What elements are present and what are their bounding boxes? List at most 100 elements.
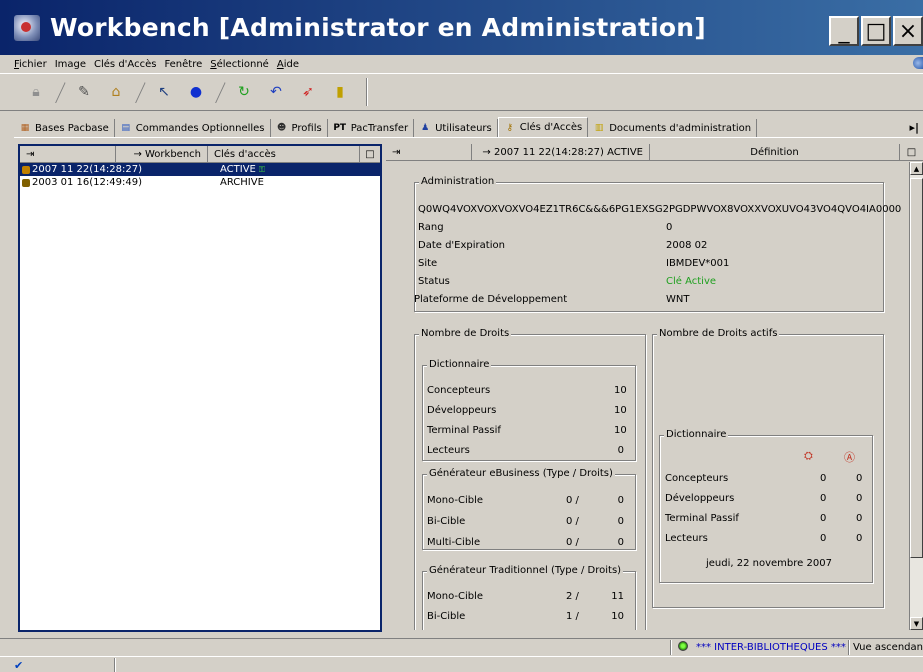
- expiration-value: 2008 02: [666, 240, 708, 251]
- toolbar: 🔒︎ ✎ ⌂ ↖ ● ↻ ↶ ➶ ▮: [0, 73, 923, 111]
- menu-cles-acces[interactable]: Clés d'Accès: [94, 59, 156, 70]
- active-date: jeudi, 22 novembre 2007: [706, 558, 832, 569]
- tab-bases-pacbase[interactable]: ▦ Bases Pacbase: [14, 119, 115, 137]
- eb-multi-label: Multi-Cible: [427, 537, 481, 548]
- connection-status-icon: [678, 641, 688, 651]
- active-terminal-b: 0: [856, 513, 863, 524]
- eb-multi-type: 0 /: [566, 537, 579, 548]
- profile-icon: ☻: [276, 123, 287, 133]
- eb-bi-type: 0 /: [566, 516, 579, 527]
- eb-mono-type: 0 /: [566, 495, 579, 506]
- tr-bi-label: Bi-Cible: [427, 611, 466, 622]
- menu-fichier[interactable]: Fichier: [14, 59, 47, 70]
- maximize-pane-icon[interactable]: □: [360, 146, 380, 163]
- home-icon[interactable]: ⌂: [107, 83, 125, 101]
- expiration-label: Date d'Expiration: [418, 240, 505, 251]
- menu-bar: Fichier Image Clés d'Accès Fenêtre Sélec…: [0, 55, 923, 73]
- status-separator: [114, 658, 115, 672]
- license-key-value: Q0WQ4VOXVOXVOXVO4EZ1TR6C&&&6PG1EXSG2PGDP…: [418, 204, 902, 215]
- tab-cles-acces[interactable]: ⚷ Clés d'Accès: [497, 117, 589, 137]
- tr-mono-rights: 11: [611, 591, 624, 602]
- scroll-down-icon[interactable]: ▼: [910, 617, 923, 630]
- active-developpeurs-b: 0: [856, 493, 863, 504]
- menu-image[interactable]: Image: [55, 59, 86, 70]
- tr-bi-rights: 10: [611, 611, 624, 622]
- concepteurs-value: 10: [614, 385, 627, 396]
- collapse-icon[interactable]: ⇥: [20, 145, 116, 163]
- maximize-pane-icon[interactable]: □: [900, 144, 923, 161]
- status-value: Clé Active: [666, 276, 717, 287]
- header-cles-acces[interactable]: Clés d'accès: [208, 145, 360, 163]
- folder-doc-icon: ▥: [594, 123, 604, 133]
- app-icon: [14, 14, 40, 41]
- window-title: Workbench [Administrator en Administrati…: [50, 13, 706, 42]
- header-workbench[interactable]: → Workbench: [116, 145, 208, 163]
- list-item[interactable]: 2007 11 22(14:28:27) ACTIVE ⚿: [20, 163, 380, 176]
- status-separator: [670, 640, 671, 655]
- title-bar: Workbench [Administrator en Administrati…: [0, 0, 923, 55]
- list-header: ⇥ → Workbench Clés d'accès □: [20, 145, 380, 163]
- document-icon: ▤: [121, 123, 131, 133]
- undo-icon[interactable]: ↶: [267, 83, 285, 101]
- tab-scroll-right-icon[interactable]: ▸|: [909, 121, 919, 134]
- status-label: Status: [418, 276, 450, 287]
- site-value: IBMDEV*001: [666, 258, 730, 269]
- concepteurs-label: Concepteurs: [427, 385, 491, 396]
- key-definition-pane: ⇥ → 2007 11 22(14:28:27) ACTIVE Définiti…: [386, 143, 923, 632]
- libraries-status: *** INTER-BIBLIOTHEQUES ***: [696, 642, 846, 653]
- rang-label: Rang: [418, 222, 444, 233]
- developpeurs-value: 10: [614, 405, 627, 416]
- collapse-icon[interactable]: ⇥: [386, 143, 472, 161]
- active-lecteurs-label: Lecteurs: [665, 533, 708, 544]
- eb-mono-label: Mono-Cible: [427, 495, 484, 506]
- active-lecteurs-b: 0: [856, 533, 863, 544]
- cursor-icon[interactable]: ↖: [155, 83, 173, 101]
- pencil-icon[interactable]: ✎: [75, 83, 93, 101]
- tab-profils[interactable]: ☻ Profils: [271, 119, 328, 137]
- menu-selectionne[interactable]: Sélectionné: [210, 59, 269, 70]
- tab-utilisateurs[interactable]: ♟ Utilisateurs: [414, 119, 498, 137]
- scroll-up-icon[interactable]: ▲: [910, 162, 923, 175]
- list-item[interactable]: 2003 01 16(12:49:49) ARCHIVE: [20, 176, 380, 189]
- vertical-scrollbar[interactable]: ▲ ▼: [909, 162, 923, 630]
- tr-mono-label: Mono-Cible: [427, 591, 484, 602]
- menu-aide[interactable]: Aide: [277, 59, 299, 70]
- developer-rights-icon: ⛭: [804, 449, 813, 462]
- database-icon: ▦: [20, 123, 30, 133]
- eb-bi-label: Bi-Cible: [427, 516, 466, 527]
- lock-icon[interactable]: 🔒︎: [27, 83, 45, 101]
- active-developpeurs-a: 0: [820, 493, 827, 504]
- lecteurs-label: Lecteurs: [427, 445, 470, 456]
- arrow-pin-icon[interactable]: ➶: [299, 83, 317, 101]
- tab-documents-administration[interactable]: ▥ Documents d'administration: [588, 119, 758, 137]
- bottom-bar: [0, 656, 923, 672]
- moon-icon[interactable]: ●: [187, 83, 205, 101]
- key-icon: ⚷: [506, 122, 514, 133]
- reader-rights-icon: Ⓐ: [844, 451, 855, 464]
- terminal-passif-label: Terminal Passif: [427, 425, 501, 436]
- definition-body: Administration Q0WQ4VOXVOXVOXVO4EZ1TR6C&…: [386, 162, 909, 630]
- maximize-button[interactable]: □: [861, 16, 891, 46]
- active-concepteurs-label: Concepteurs: [665, 473, 729, 484]
- active-concepteurs-a: 0: [820, 473, 827, 484]
- header-selected-key[interactable]: → 2007 11 22(14:28:27) ACTIVE: [472, 143, 650, 161]
- developpeurs-label: Développeurs: [427, 405, 497, 416]
- header-definition[interactable]: Définition: [650, 143, 900, 161]
- note-icon[interactable]: ▮: [331, 83, 349, 101]
- users-icon: ♟: [421, 123, 430, 133]
- sort-order-status: Vue ascendant: [853, 642, 923, 653]
- minimize-button[interactable]: _: [829, 16, 859, 46]
- tab-commandes-optionnelles[interactable]: ▤ Commandes Optionnelles: [115, 119, 271, 137]
- window-controls: _ □ ×: [827, 16, 923, 46]
- refresh-icon[interactable]: ↻: [235, 83, 253, 101]
- active-concepteurs-b: 0: [856, 473, 863, 484]
- platform-value: WNT: [666, 294, 690, 305]
- active-developpeurs-label: Développeurs: [665, 493, 735, 504]
- close-button[interactable]: ×: [893, 16, 923, 46]
- menu-fenetre[interactable]: Fenêtre: [164, 59, 202, 70]
- scroll-thumb[interactable]: [910, 178, 923, 558]
- eb-bi-rights: 0: [617, 516, 624, 527]
- tab-pactransfer[interactable]: PT PacTransfer: [328, 119, 415, 137]
- check-icon: ✔: [14, 659, 24, 672]
- status-separator: [848, 640, 849, 655]
